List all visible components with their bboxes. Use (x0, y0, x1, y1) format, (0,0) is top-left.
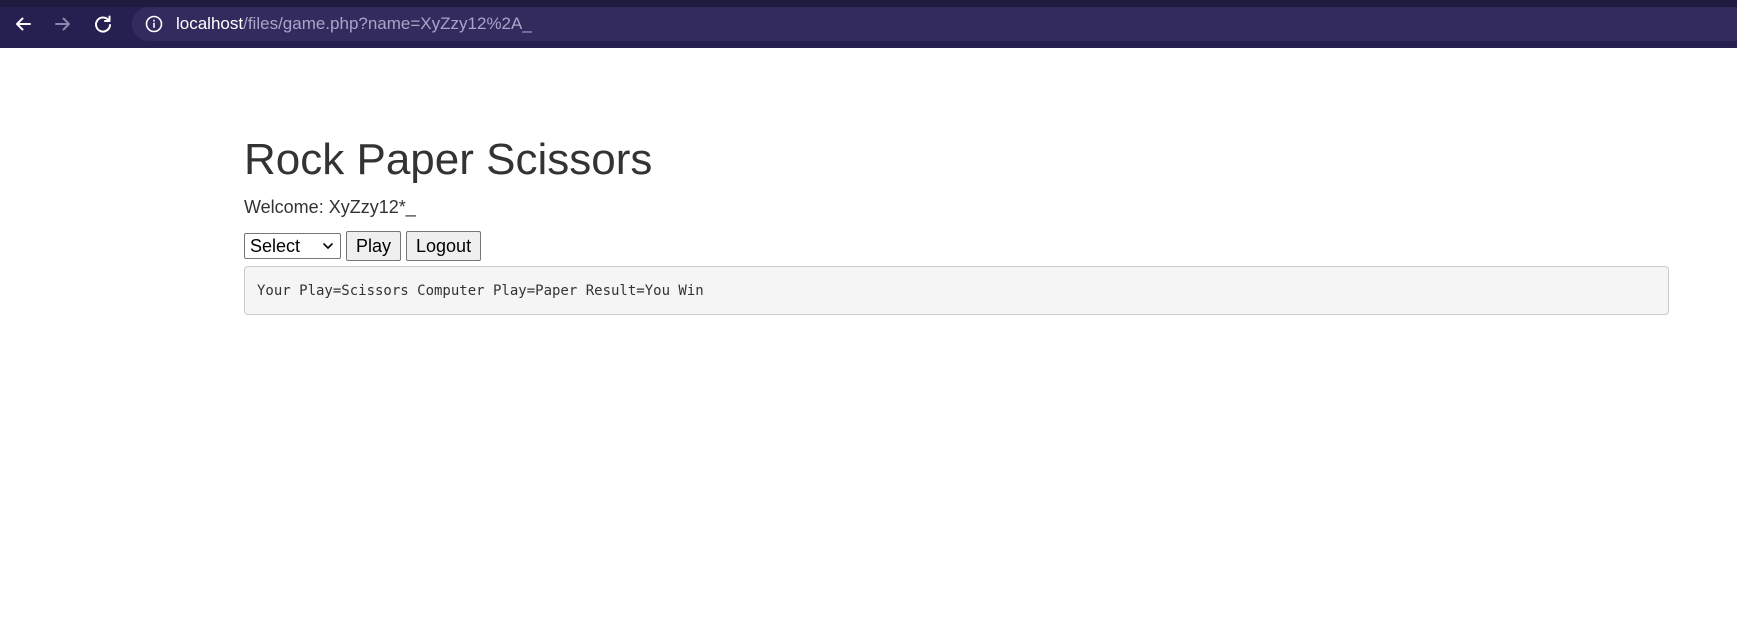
arrow-left-icon (13, 14, 33, 34)
play-button[interactable]: Play (346, 231, 402, 261)
reload-icon (93, 14, 113, 34)
logout-button[interactable]: Logout (406, 231, 482, 261)
browser-toolbar: localhost/files/game.php?name=XyZzy12%2A… (0, 0, 1737, 48)
chevron-down-icon (322, 236, 334, 257)
address-bar[interactable]: localhost/files/game.php?name=XyZzy12%2A… (132, 7, 1737, 41)
back-button[interactable] (8, 9, 38, 39)
play-form: Select Play Logout (244, 231, 1669, 261)
page-title: Rock Paper Scissors (244, 135, 653, 184)
url-path: /files/game.php?name=XyZzy12%2A_ (243, 14, 532, 33)
page-content: Rock Paper Scissors Welcome: XyZzy12*_ S… (244, 132, 1669, 315)
play-select-value: Select (250, 235, 301, 256)
forward-button[interactable] (48, 9, 78, 39)
url-host: localhost (176, 14, 244, 33)
welcome-text: Welcome: XyZzy12*_ (244, 197, 416, 217)
info-icon[interactable] (144, 14, 164, 34)
play-select[interactable]: Select (244, 233, 341, 259)
tab-strip (0, 0, 1737, 7)
url-text[interactable]: localhost/files/game.php?name=XyZzy12%2A… (176, 14, 532, 34)
reload-button[interactable] (88, 9, 118, 39)
result-output: Your Play=Scissors Computer Play=Paper R… (244, 266, 1669, 315)
arrow-right-icon (53, 14, 73, 34)
